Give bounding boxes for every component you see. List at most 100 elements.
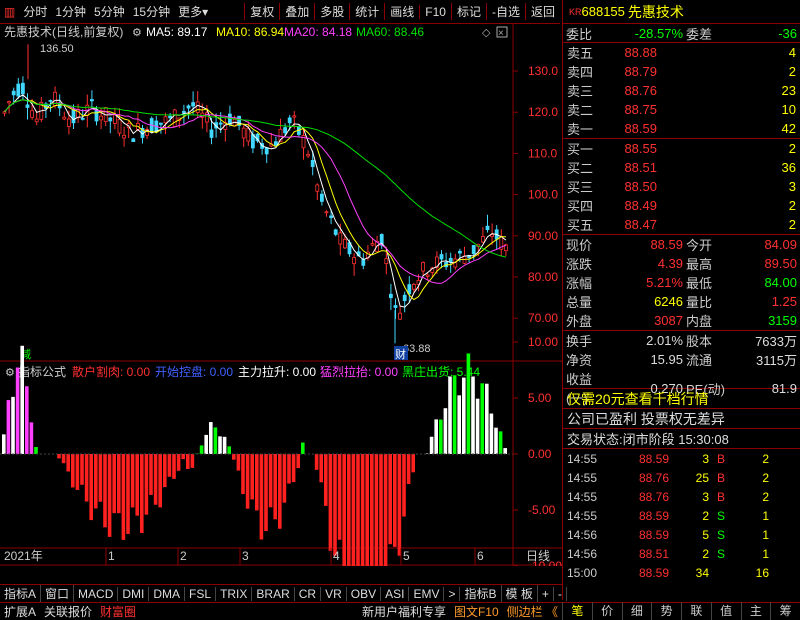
tool-diejia[interactable]: 叠加 <box>279 3 314 20</box>
indicator-settings-icon[interactable]: ⚙ <box>5 367 15 379</box>
tab-asi[interactable]: ASI <box>381 586 410 601</box>
tool-fuquan[interactable]: 复权 <box>244 3 279 20</box>
candle-body <box>329 215 334 219</box>
ind-bar <box>209 422 213 454</box>
right-tab[interactable]: 势 <box>651 602 681 620</box>
ind-bar <box>255 454 259 511</box>
tool-huaxian[interactable]: 画线 <box>384 3 419 20</box>
sell-level: 卖四 88.79 2 <box>563 62 800 81</box>
status-ad[interactable]: 新用户福利专享 <box>358 603 450 620</box>
buy-level-label: 买四 <box>567 199 594 214</box>
ind-bar <box>80 454 84 485</box>
right-tab[interactable]: 主 <box>740 602 771 620</box>
quote-label: 涨幅 <box>566 276 593 291</box>
sell-level-label: 卖二 <box>567 103 594 118</box>
status-f10[interactable]: 图文F10 <box>450 603 503 620</box>
candle-body <box>163 116 168 124</box>
right-tab[interactable]: 笔 <box>562 602 592 620</box>
ind-bar <box>393 454 397 547</box>
tab-brar[interactable]: BRAR <box>252 586 295 601</box>
period-tab-1[interactable]: 分时 <box>19 3 51 20</box>
date-year: 2021年 <box>4 549 43 563</box>
candle-body <box>264 147 269 155</box>
kline-chart[interactable]: 先惠技术(日线,前复权) ⚙ MA5: 89.17 MA10: 86.94 MA… <box>0 24 562 566</box>
tick-list: 14:55 88.59 3 B 2 14:55 88.76 25 B 2 14:55 88.76 3 B 2… <box>563 449 800 582</box>
chart-title: 先惠技术(日线,前复权) <box>4 24 123 39</box>
tab-fsl[interactable]: FSL <box>185 586 217 601</box>
tool-f10[interactable]: F10 <box>419 4 451 19</box>
tab-dma[interactable]: DMA <box>149 586 186 601</box>
buy-level-volume: 3 <box>788 179 796 194</box>
quote-block-1: 现价 88.59 今开 84.09 涨跌 4.39 最高 89.50 涨幅 5.21% 最低 84.0… <box>563 235 800 330</box>
tab-next[interactable]: > <box>444 586 461 601</box>
sell-level-label: 卖一 <box>567 122 594 137</box>
candle-body <box>168 115 173 119</box>
tab-chuangkou[interactable]: 窗口 <box>41 585 75 602</box>
quote-label: 换手 <box>566 334 593 349</box>
ind-bar <box>383 454 388 566</box>
buy-level-price: 88.55 <box>624 141 657 156</box>
ind-bar <box>29 422 34 454</box>
tab-trix[interactable]: TRIX <box>216 586 253 601</box>
tab-moban[interactable]: 模 板 <box>502 585 538 602</box>
tab-obv[interactable]: OBV <box>347 586 382 601</box>
tick-side: S <box>716 508 725 523</box>
tab-emv[interactable]: EMV <box>409 586 445 601</box>
period-tab-3[interactable]: 5分钟 <box>90 3 129 20</box>
tab-zhibiao-a[interactable]: 指标A <box>0 585 42 602</box>
tick-count: 16 <box>755 565 769 580</box>
ma5-label: MA5: 89.17 <box>146 25 208 39</box>
ind-bar <box>356 454 360 566</box>
tab-vr[interactable]: VR <box>321 586 347 601</box>
sell-level-volume: 4 <box>788 45 796 60</box>
period-tab-2[interactable]: 1分钟 <box>51 3 90 20</box>
ind-bar <box>466 353 471 454</box>
tool-zixuan[interactable]: -自选 <box>485 3 525 20</box>
tick-volume: 5 <box>702 527 709 542</box>
ind-bar <box>374 454 379 566</box>
ind-bar <box>314 454 319 470</box>
quote-row: 涨幅 5.21% 最低 84.00 <box>563 273 800 292</box>
quote-label: 净资 <box>566 353 593 368</box>
candle-body <box>117 118 122 134</box>
tab-zhibiao-b[interactable]: 指标B <box>460 585 502 602</box>
ind-bar <box>2 434 6 454</box>
ind-bar <box>347 454 351 566</box>
menu-icon[interactable]: ▥ <box>0 5 19 19</box>
tool-fanhui[interactable]: 返回 <box>524 3 560 20</box>
chart-settings-icon[interactable]: ⚙ <box>132 27 142 39</box>
ind-bar <box>71 454 75 488</box>
tool-tongji[interactable]: 统计 <box>349 3 384 20</box>
weibi-value: -28.57% <box>634 26 683 41</box>
ind-bar <box>20 345 24 454</box>
tab-macd[interactable]: MACD <box>74 586 119 601</box>
ma60-label: MA60: 88.46 <box>356 25 424 39</box>
right-tab[interactable]: 价 <box>591 602 622 620</box>
right-tab[interactable]: 联 <box>681 602 711 620</box>
quote-row: 现价 88.59 今开 84.09 <box>563 235 800 254</box>
right-tab[interactable]: 筹 <box>770 602 800 620</box>
date-1: 1 <box>108 549 115 563</box>
sell-level-volume: 42 <box>781 121 796 136</box>
right-tab[interactable]: 细 <box>621 602 652 620</box>
status-sidebar[interactable]: 侧边栏 《 <box>503 603 562 620</box>
tab-plus[interactable]: + <box>538 586 554 601</box>
tool-biaoji[interactable]: 标记 <box>450 3 486 20</box>
ind-bar <box>130 454 135 508</box>
tool-duogu[interactable]: 多股 <box>314 3 349 20</box>
tick-volume: 3 <box>702 489 709 504</box>
ind-bar <box>135 454 139 516</box>
buy-level-price: 88.51 <box>624 160 657 175</box>
candle-body <box>273 141 278 146</box>
period-more[interactable]: 更多▾ <box>174 3 212 20</box>
status-caifu[interactable]: 财富圈 <box>96 603 140 620</box>
quote-label: 内盘 <box>686 314 713 329</box>
tab-dmi[interactable]: DMI <box>118 586 150 601</box>
right-tab[interactable]: 值 <box>710 602 741 620</box>
period-tab-4[interactable]: 15分钟 <box>129 3 174 20</box>
diamond-icon[interactable]: ◇ <box>482 27 491 39</box>
status-kuozhan[interactable]: 扩展A <box>0 603 40 620</box>
status-guanlian[interactable]: 关联报价 <box>40 603 96 620</box>
tab-cr[interactable]: CR <box>295 586 322 601</box>
tick-side: B <box>716 470 725 485</box>
